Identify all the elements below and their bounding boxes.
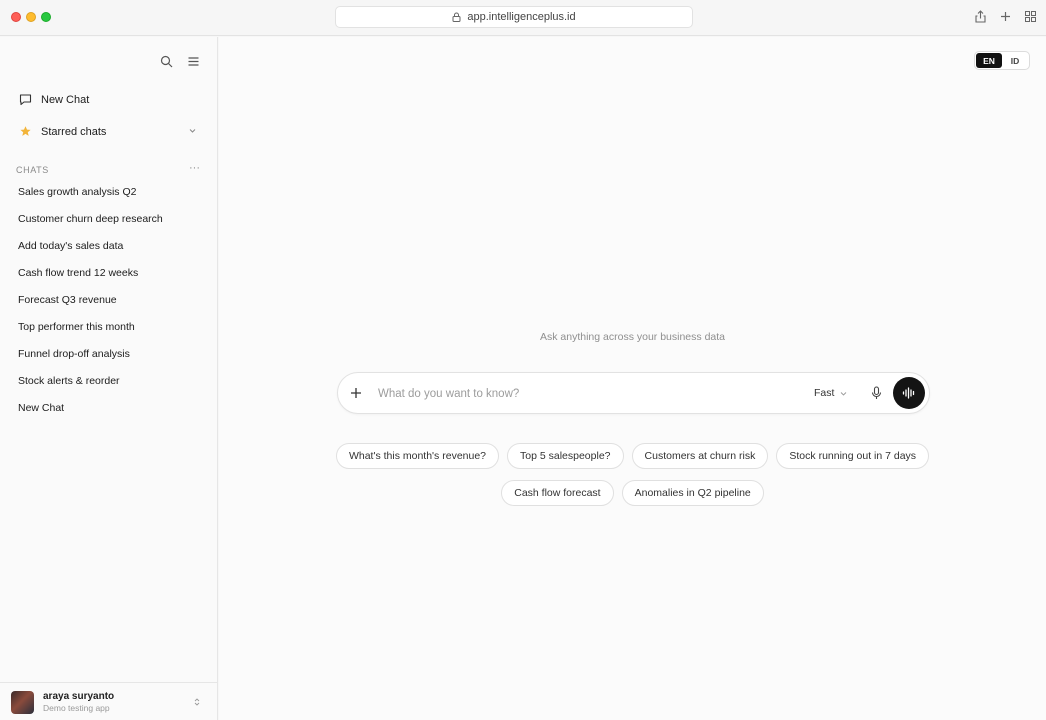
add-attachment-icon[interactable] — [349, 386, 363, 400]
chats-more-button[interactable]: ··· — [189, 162, 200, 174]
url-text: app.intelligenceplus.id — [467, 11, 576, 23]
lock-icon — [452, 12, 461, 22]
lang-en-button[interactable]: EN — [976, 53, 1002, 68]
suggestion-chip[interactable]: Top 5 salespeople? — [507, 443, 624, 469]
chat-list-item[interactable]: Top performer this month — [18, 321, 163, 348]
suggestions-row: Cash flow forecast Anomalies in Q2 pipel… — [219, 480, 1046, 506]
chevron-updown-icon — [194, 698, 200, 706]
user-name: araya suryanto — [43, 691, 115, 702]
avatar — [11, 691, 34, 714]
new-chat-button[interactable]: New Chat — [19, 93, 199, 106]
lang-id-button[interactable]: ID — [1002, 53, 1028, 68]
chat-bubble-icon — [19, 93, 32, 106]
suggestion-chip[interactable]: Anomalies in Q2 pipeline — [621, 480, 764, 506]
chat-list-item[interactable]: Stock alerts & reorder — [18, 375, 163, 402]
language-switcher: EN ID — [974, 51, 1030, 70]
close-window-button[interactable] — [11, 12, 21, 22]
window-controls — [11, 12, 51, 22]
minimize-window-button[interactable] — [26, 12, 36, 22]
chevron-down-icon — [189, 129, 196, 133]
chats-section-header: CHATS ··· — [16, 162, 200, 175]
chat-list-item[interactable]: Funnel drop-off analysis — [18, 348, 163, 375]
sidebar: New Chat Starred chats CHATS ··· Sales g… — [0, 37, 218, 720]
user-subtitle: Demo testing app — [43, 703, 110, 713]
user-account-menu[interactable]: araya suryanto Demo testing app — [0, 682, 217, 720]
voice-mode-button[interactable] — [893, 377, 925, 409]
address-bar[interactable]: app.intelligenceplus.id — [335, 6, 693, 28]
chat-list-item[interactable]: Add today's sales data — [18, 240, 163, 267]
star-icon — [19, 125, 32, 138]
chat-list-item[interactable]: Cash flow trend 12 weeks — [18, 267, 163, 294]
mode-select[interactable]: Fast — [814, 387, 847, 399]
suggestion-chip[interactable]: Stock running out in 7 days — [776, 443, 930, 469]
chat-list-item[interactable]: New Chat — [18, 402, 163, 429]
new-chat-label: New Chat — [41, 93, 90, 106]
suggestion-chip[interactable]: Customers at churn risk — [631, 443, 769, 469]
chat-input[interactable] — [378, 384, 758, 404]
starred-chats-toggle[interactable]: Starred chats — [19, 125, 199, 138]
chevron-down-icon — [841, 391, 847, 396]
new-tab-icon[interactable] — [999, 9, 1012, 23]
prompt-hint: Ask anything across your business data — [539, 331, 726, 343]
chat-list-item[interactable]: Forecast Q3 revenue — [18, 294, 163, 321]
fullscreen-window-button[interactable] — [41, 12, 51, 22]
chat-list-item[interactable]: Customer churn deep research — [18, 213, 163, 240]
suggestion-chip[interactable]: Cash flow forecast — [501, 480, 614, 506]
search-icon[interactable] — [160, 55, 173, 68]
chat-composer: Fast — [337, 372, 930, 414]
chat-list-item[interactable]: Sales growth analysis Q2 — [18, 186, 163, 213]
share-icon[interactable] — [974, 9, 987, 23]
chat-list: Sales growth analysis Q2 Customer churn … — [18, 186, 163, 429]
menu-icon[interactable] — [187, 55, 200, 68]
chats-section-title: CHATS — [16, 165, 49, 175]
suggestions-row: What's this month's revenue? Top 5 sales… — [219, 443, 1046, 469]
suggestion-chip[interactable]: What's this month's revenue? — [335, 443, 500, 469]
waveform-icon — [902, 387, 915, 399]
mode-label: Fast — [814, 387, 835, 399]
starred-chats-label: Starred chats — [41, 125, 107, 138]
browser-toolbar: app.intelligenceplus.id — [0, 0, 1046, 36]
tab-overview-icon[interactable] — [1024, 9, 1037, 23]
microphone-icon[interactable] — [870, 386, 883, 400]
main-panel: EN ID Ask anything across your business … — [219, 37, 1046, 720]
